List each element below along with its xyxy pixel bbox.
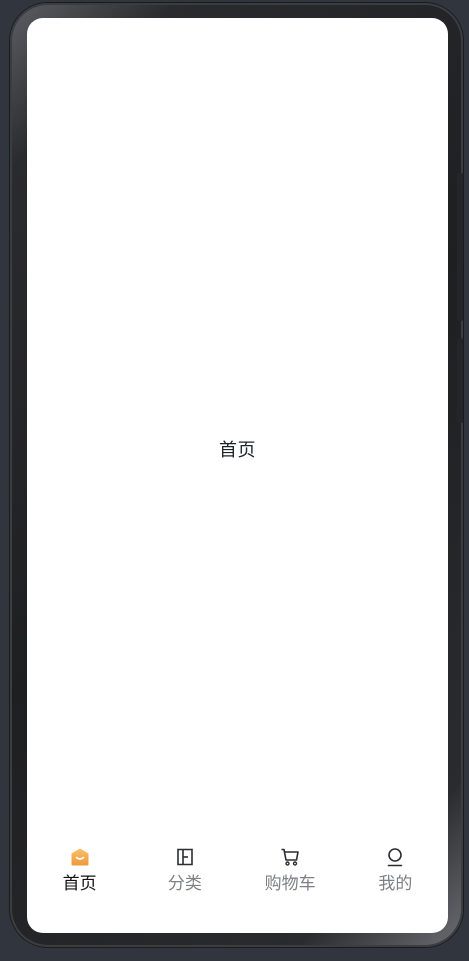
tab-category[interactable]: 分类 — [132, 840, 237, 900]
profile-icon — [384, 846, 406, 868]
page-title: 首页 — [219, 440, 256, 461]
screen: 首页 首页 分类 购物车 我的 — [27, 18, 448, 933]
volume-button — [457, 173, 463, 321]
page-content: 首页 — [27, 18, 448, 838]
tab-home-label: 首页 — [62, 874, 97, 894]
category-icon — [174, 846, 196, 868]
tab-profile[interactable]: 我的 — [343, 840, 448, 900]
home-icon — [69, 846, 91, 868]
tab-category-label: 分类 — [167, 874, 202, 894]
tab-cart-label: 购物车 — [264, 874, 316, 894]
cart-icon — [279, 846, 301, 868]
power-button — [457, 338, 463, 423]
tab-cart[interactable]: 购物车 — [238, 840, 343, 900]
bottom-tab-bar: 首页 分类 购物车 我的 — [27, 840, 448, 900]
tab-profile-label: 我的 — [378, 874, 413, 894]
tab-home[interactable]: 首页 — [27, 840, 132, 900]
